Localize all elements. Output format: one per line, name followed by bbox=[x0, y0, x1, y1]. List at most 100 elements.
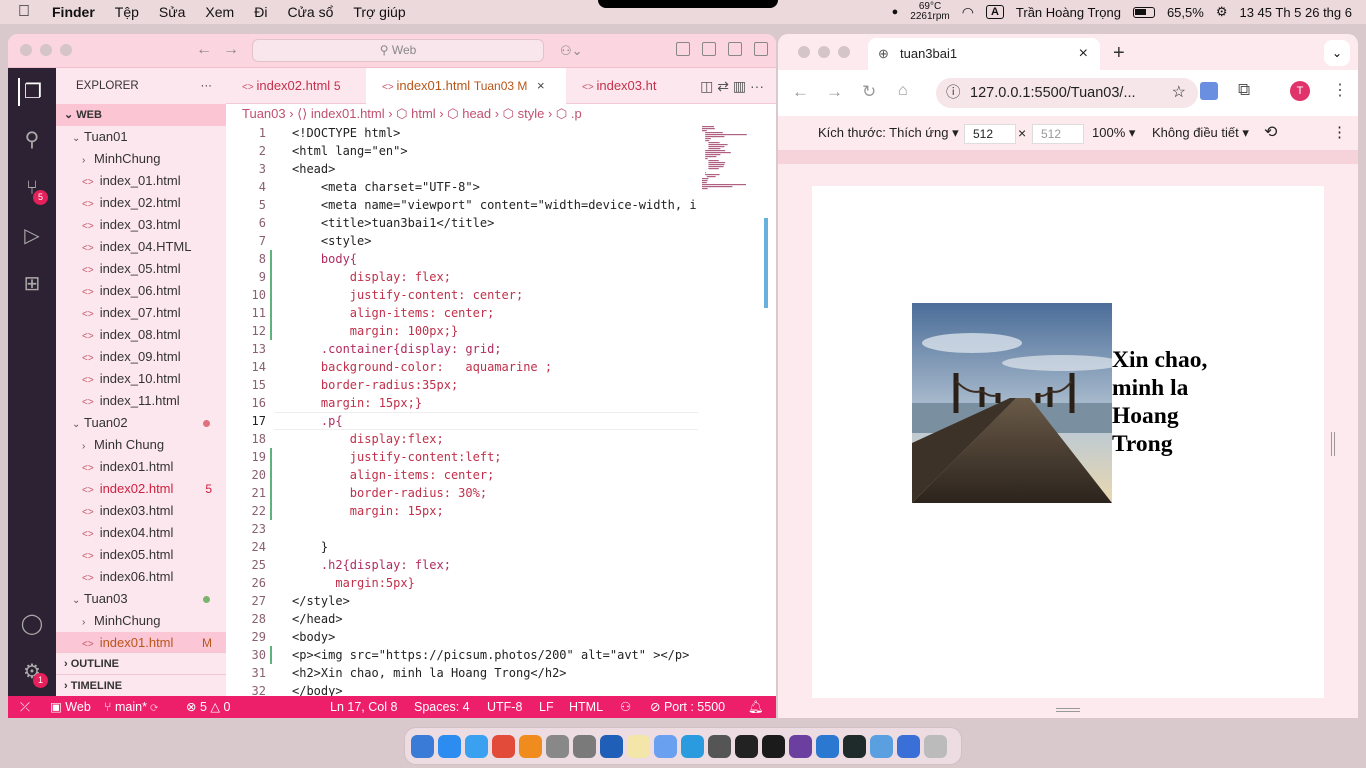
height-input[interactable]: 512 bbox=[1032, 124, 1084, 144]
tree-file[interactable]: <> index_03.html bbox=[56, 214, 226, 236]
code-line[interactable]: margin: 100px;} bbox=[292, 322, 458, 340]
editor-tab[interactable]: <> index01.html Tuan03 M × bbox=[366, 68, 566, 104]
translate-icon[interactable] bbox=[1200, 82, 1218, 100]
tree-folder[interactable]: ⌄ Tuan03 bbox=[56, 588, 226, 610]
toggle-secondary-sidebar-icon[interactable] bbox=[754, 42, 768, 56]
code-line[interactable]: display: flex; bbox=[292, 268, 451, 286]
dimensions-dropdown[interactable]: Kích thước: Thích ứng ▾ bbox=[818, 116, 959, 150]
breadcrumb[interactable]: Tuan03 › ⟨⟩ index01.html › ⬡ html › ⬡ he… bbox=[226, 104, 776, 124]
copilot-status-icon[interactable]: ⚇ bbox=[620, 696, 631, 718]
dock-app-icon[interactable] bbox=[762, 734, 785, 758]
menu-help[interactable]: Trợ giúp bbox=[353, 4, 405, 20]
remote-icon[interactable]: ⤫ bbox=[20, 696, 30, 718]
go-live-icon[interactable]: ⇄ bbox=[717, 78, 729, 94]
split-editor-icon[interactable]: ◫ bbox=[700, 78, 713, 94]
menu-edit[interactable]: Sửa bbox=[159, 4, 186, 20]
run-debug-icon[interactable]: ▷ bbox=[18, 222, 46, 250]
apple-icon[interactable]:  bbox=[18, 3, 30, 21]
code-line[interactable]: margin:5px} bbox=[292, 574, 414, 592]
language-status[interactable]: HTML bbox=[569, 696, 603, 718]
dock-app-icon[interactable] bbox=[789, 734, 812, 758]
code-line[interactable]: background-color: aquamarine ; bbox=[292, 358, 552, 376]
eol-status[interactable]: LF bbox=[539, 696, 554, 718]
code-line[interactable]: align-items: center; bbox=[292, 304, 495, 322]
dock-app-icon[interactable] bbox=[870, 734, 893, 758]
cursor-position[interactable]: Ln 17, Col 8 bbox=[330, 696, 397, 718]
code-line[interactable]: display:flex; bbox=[292, 430, 444, 448]
back-arrow-icon[interactable]: ← bbox=[196, 41, 212, 59]
tree-file[interactable]: <> index_10.html bbox=[56, 368, 226, 390]
tree-file[interactable]: <> index06.html bbox=[56, 566, 226, 588]
toggle-sidebar-icon[interactable] bbox=[702, 42, 716, 56]
encoding-status[interactable]: UTF-8 bbox=[487, 696, 522, 718]
extensions-icon[interactable]: ⊞ bbox=[18, 270, 46, 298]
search-icon[interactable]: ⚲ bbox=[18, 126, 46, 154]
profile-avatar[interactable]: T bbox=[1290, 81, 1310, 101]
chrome-menu-icon[interactable]: ⋮ bbox=[1332, 80, 1348, 100]
record-dot-icon[interactable]: ● bbox=[892, 6, 899, 18]
minimap[interactable] bbox=[698, 124, 766, 224]
user-name[interactable]: Trần Hoàng Trọng bbox=[1016, 5, 1121, 20]
code-line[interactable]: <title>tuan3bai1</title> bbox=[292, 214, 494, 232]
zoom-dropdown[interactable]: 100% ▾ bbox=[1092, 116, 1135, 150]
dock-app-icon[interactable] bbox=[411, 734, 434, 758]
menu-file[interactable]: Tệp bbox=[115, 4, 139, 20]
tree-folder[interactable]: ⌄ Tuan02 bbox=[56, 412, 226, 434]
new-tab-icon[interactable]: + bbox=[1113, 42, 1125, 65]
reload-icon[interactable]: ↻ bbox=[862, 82, 876, 102]
home-icon[interactable]: ⌂ bbox=[898, 82, 908, 100]
code-line[interactable]: .h2{display: flex; bbox=[292, 556, 451, 574]
browser-tab[interactable]: ⊕ tuan3bai1 × bbox=[868, 38, 1100, 70]
problems-status[interactable]: ⊗ 5 △ 0 bbox=[186, 696, 230, 718]
dock-app-icon[interactable] bbox=[654, 734, 677, 758]
close-tab-icon[interactable]: × bbox=[537, 78, 545, 93]
tree-file[interactable]: <> index03.html bbox=[56, 500, 226, 522]
width-input[interactable]: 512 bbox=[964, 124, 1016, 144]
code-line[interactable]: <p><img src="https://picsum.photos/200" … bbox=[292, 646, 689, 664]
extensions-icon[interactable]: ⧉ bbox=[1238, 80, 1250, 100]
code-line[interactable]: body{ bbox=[292, 250, 357, 268]
code-line[interactable]: justify-content: center; bbox=[292, 286, 523, 304]
tree-folder[interactable]: › MinhChung bbox=[56, 610, 226, 632]
dock-app-icon[interactable] bbox=[627, 734, 650, 758]
timeline-section[interactable]: › TIMELINE bbox=[56, 674, 226, 696]
copilot-icon[interactable]: ⚇⌄ bbox=[560, 43, 583, 59]
close-window-button[interactable] bbox=[798, 46, 810, 58]
code-line[interactable]: <head> bbox=[292, 160, 335, 178]
tree-file[interactable]: <> index_11.html bbox=[56, 390, 226, 412]
open-preview-icon[interactable]: ▥ bbox=[733, 78, 746, 94]
indentation-status[interactable]: Spaces: 4 bbox=[414, 696, 470, 718]
toggle-panel-icon[interactable] bbox=[728, 42, 742, 56]
zoom-window-button[interactable] bbox=[838, 46, 850, 58]
tree-file[interactable]: <> index_05.html bbox=[56, 258, 226, 280]
code-line[interactable]: <h2>Xin chao, minh la Hoang Trong</h2> bbox=[292, 664, 567, 682]
dock-app-icon[interactable] bbox=[546, 734, 569, 758]
forward-arrow-icon[interactable]: → bbox=[826, 82, 843, 102]
back-arrow-icon[interactable]: ← bbox=[792, 82, 809, 102]
tree-file[interactable]: <> index_04.HTML bbox=[56, 236, 226, 258]
dock-app-icon[interactable] bbox=[492, 734, 515, 758]
bookmark-star-icon[interactable]: ☆ bbox=[1172, 78, 1186, 108]
more-actions-icon[interactable]: ··· bbox=[201, 68, 213, 104]
notifications-bell-icon[interactable]: 🔔︎ bbox=[748, 696, 764, 718]
tree-file[interactable]: <> index_06.html bbox=[56, 280, 226, 302]
code-line[interactable]: <body> bbox=[292, 628, 335, 646]
tree-file[interactable]: <> index_07.html bbox=[56, 302, 226, 324]
code-line[interactable]: .p{ bbox=[292, 412, 343, 430]
code-line[interactable]: <meta charset="UTF-8"> bbox=[292, 178, 480, 196]
zoom-window-button[interactable] bbox=[60, 44, 72, 56]
tree-file[interactable]: <> index01.html bbox=[56, 456, 226, 478]
more-actions-icon[interactable]: ··· bbox=[750, 78, 764, 94]
minimize-window-button[interactable] bbox=[818, 46, 830, 58]
branch-status[interactable]: ⑂ main* ⟳ bbox=[104, 696, 158, 718]
live-server-status[interactable]: ⊘ Port : 5500 bbox=[650, 696, 725, 718]
tree-file[interactable]: <> index05.html bbox=[56, 544, 226, 566]
editor-tab[interactable]: <> index02.html 5 bbox=[226, 68, 366, 104]
menu-app-name[interactable]: Finder bbox=[52, 4, 95, 20]
address-bar[interactable]: ⓘ 127.0.0.1:5500/Tuan03/... ☆ bbox=[936, 78, 1198, 108]
dock-app-icon[interactable] bbox=[897, 734, 920, 758]
tree-file[interactable]: <> index_02.html bbox=[56, 192, 226, 214]
code-line[interactable]: <style> bbox=[292, 232, 372, 250]
throttle-dropdown[interactable]: Không điều tiết ▾ bbox=[1152, 116, 1249, 150]
code-line[interactable]: justify-content:left; bbox=[292, 448, 502, 466]
